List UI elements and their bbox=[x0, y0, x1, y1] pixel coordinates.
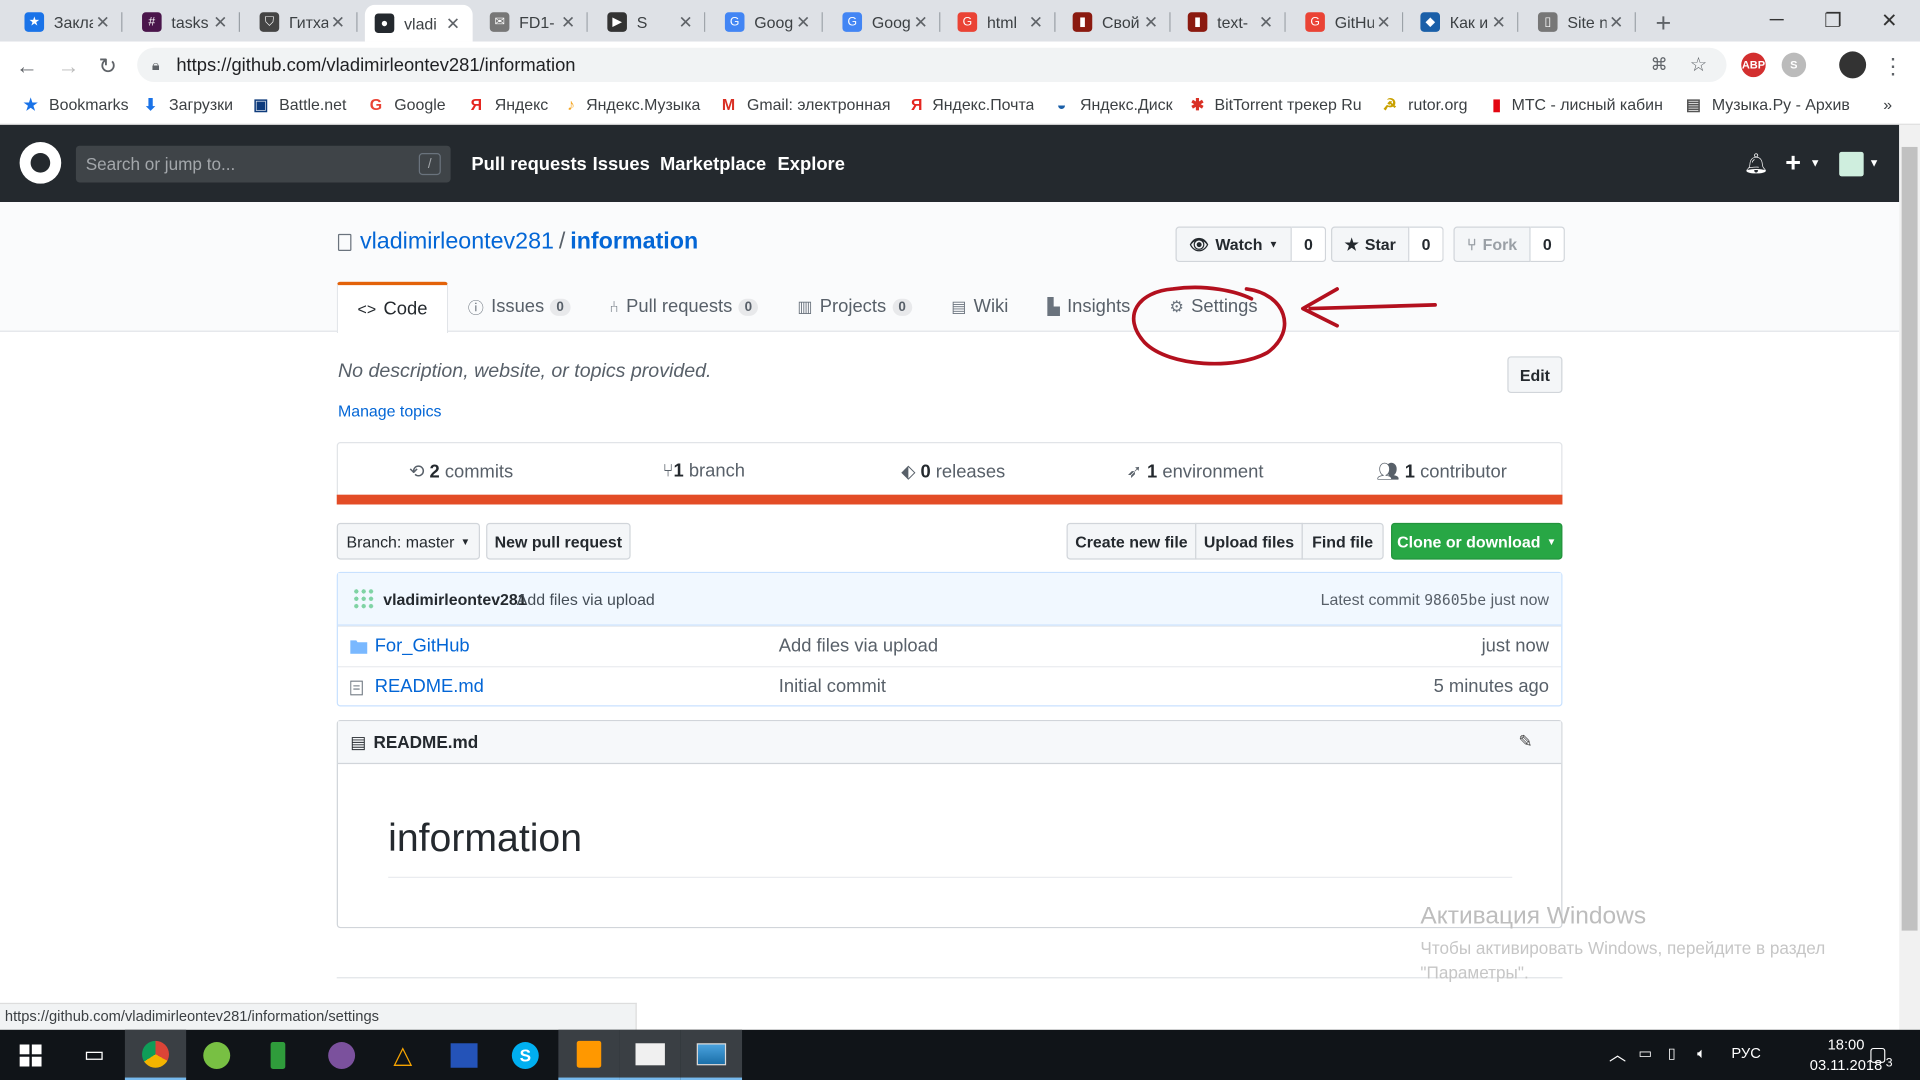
notifications-count: 3 bbox=[1885, 1056, 1893, 1071]
task-view-icon: ▭ bbox=[83, 1042, 105, 1067]
skype-icon: S bbox=[511, 1041, 539, 1069]
task-view-button[interactable]: ▭ bbox=[64, 1030, 125, 1080]
taskbar-explorer[interactable] bbox=[619, 1029, 681, 1080]
volume-icon[interactable]: 🔈︎ bbox=[1697, 1044, 1706, 1062]
taskbar-viber[interactable] bbox=[311, 1030, 372, 1080]
screen: ★Закла✕#tasks✕⛉Гитха✕●vladi✕✉FD1-✕▶S✕GGo… bbox=[0, 0, 1920, 1080]
taskbar-utorrent[interactable] bbox=[186, 1030, 247, 1080]
windows-logo-icon bbox=[19, 1043, 42, 1066]
taskbar-save-app[interactable] bbox=[433, 1030, 494, 1080]
tray-expand-icon[interactable]: ︿ bbox=[1609, 1042, 1626, 1066]
network-icon[interactable]: ▯ bbox=[1668, 1044, 1676, 1061]
folder-app-icon bbox=[635, 1042, 665, 1065]
floppy-icon bbox=[450, 1042, 478, 1068]
start-button[interactable] bbox=[0, 1030, 61, 1080]
utorrent-icon bbox=[203, 1041, 231, 1069]
chrome-icon bbox=[142, 1040, 169, 1068]
viber-icon bbox=[328, 1041, 356, 1069]
notifications-icon[interactable]: ▢ bbox=[1869, 1042, 1888, 1066]
taskbar-avast[interactable]: △ bbox=[372, 1030, 433, 1080]
taskbar-chrome[interactable] bbox=[124, 1029, 187, 1080]
language-indicator[interactable]: РУС bbox=[1731, 1044, 1760, 1061]
windows-taskbar: ▭ △ S ︿ ▭ ▯ 🔈︎ РУС 18:00 03.11.2018 ▢ 3 bbox=[0, 1029, 1920, 1080]
taskbar-sublime[interactable] bbox=[558, 1029, 620, 1080]
sublime-icon bbox=[576, 1040, 602, 1068]
photos-icon bbox=[696, 1042, 727, 1065]
annotation-arrow bbox=[1301, 287, 1437, 328]
annotation-circle bbox=[1132, 285, 1287, 366]
taskbar-skype[interactable]: S bbox=[495, 1030, 556, 1080]
warning-triangle-icon: △ bbox=[393, 1042, 413, 1069]
battery-icon[interactable]: ▭ bbox=[1638, 1044, 1652, 1061]
taskbar-photos[interactable] bbox=[680, 1029, 743, 1080]
phone-icon bbox=[270, 1041, 286, 1069]
annotation-overlay bbox=[1132, 285, 1437, 366]
taskbar-phone[interactable] bbox=[247, 1030, 308, 1080]
